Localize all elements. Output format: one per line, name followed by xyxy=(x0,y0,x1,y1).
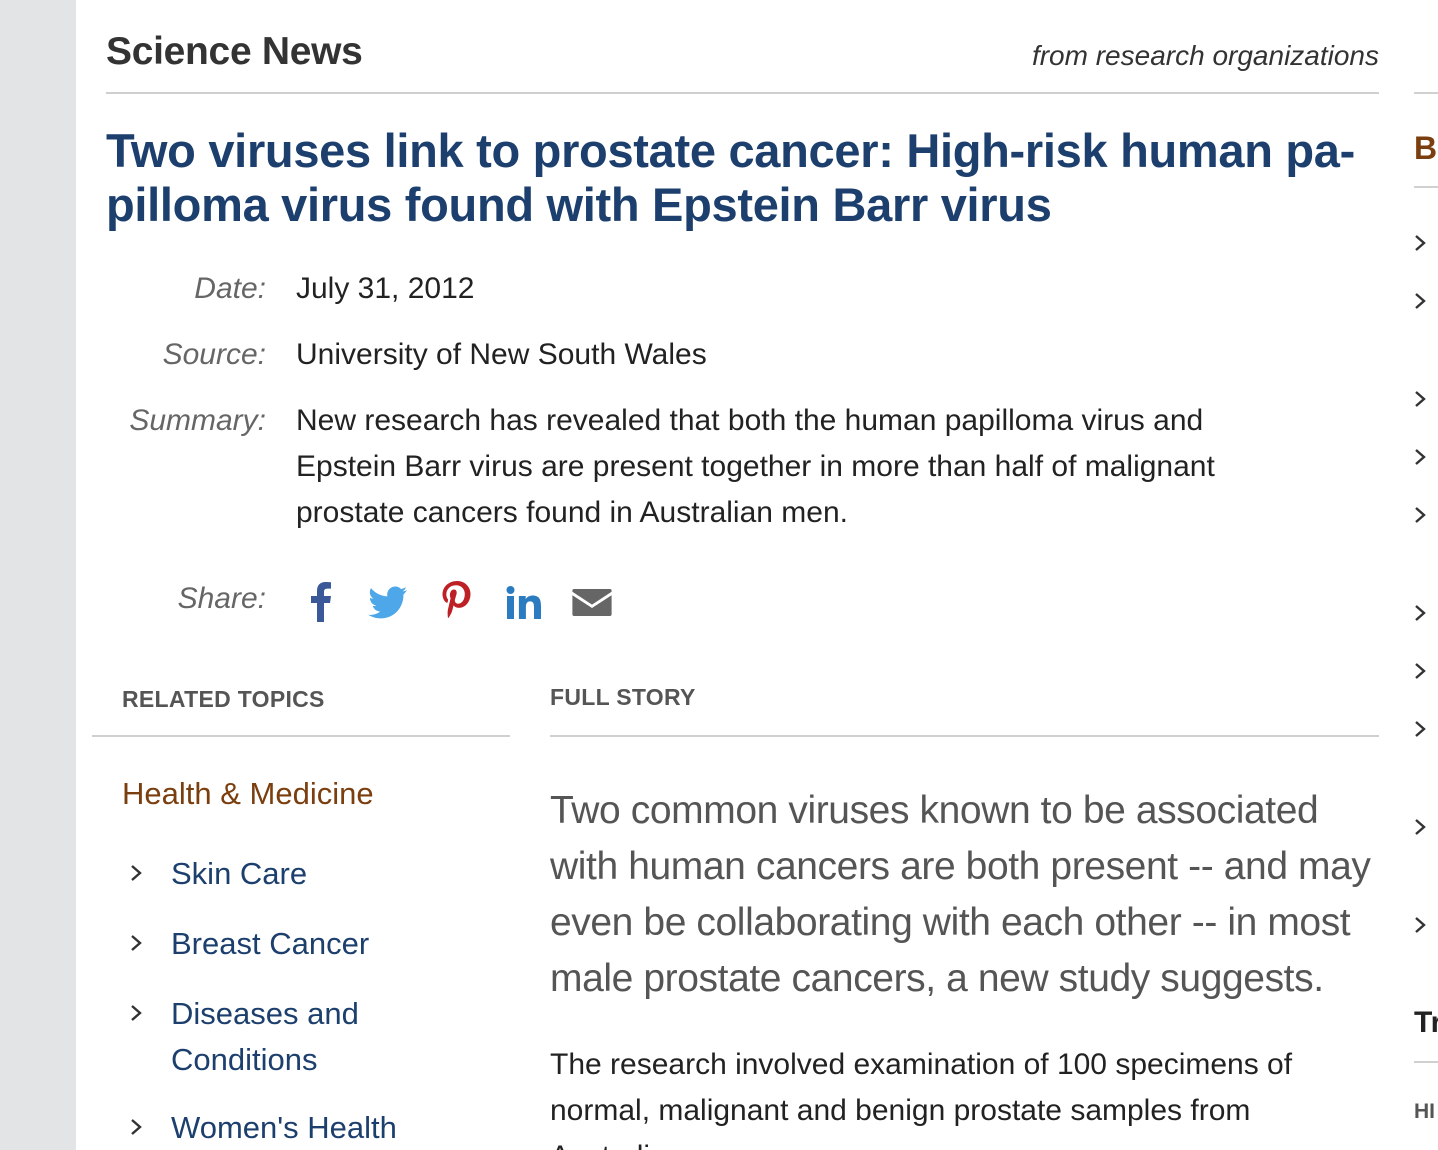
facebook-icon[interactable] xyxy=(306,580,334,622)
chevron-right-icon[interactable] xyxy=(1412,232,1428,254)
summary-value: New research has revealed that both the … xyxy=(296,404,1215,529)
page-gutter xyxy=(0,0,76,1150)
full-story-heading: FULL STORY xyxy=(550,684,696,710)
pinterest-icon[interactable] xyxy=(440,580,474,624)
chevron-right-icon[interactable] xyxy=(1412,290,1428,312)
article-headline: Two viruses link to prostate cancer: Hig… xyxy=(106,124,1376,232)
chevron-right-icon xyxy=(131,1005,142,1021)
topic-item-diseases[interactable]: Diseases and Conditions xyxy=(128,996,508,1088)
chevron-right-icon xyxy=(131,1119,142,1135)
sidebar-subheading-peek: HI xyxy=(1414,1100,1435,1123)
topic-item-breast-cancer[interactable]: Breast Cancer xyxy=(128,926,508,972)
chevron-right-icon xyxy=(131,935,142,951)
site-tagline: from research organizations xyxy=(1031,40,1379,71)
related-topics-heading: RELATED TOPICS xyxy=(122,686,325,712)
topic-item-skin-care[interactable]: Skin Care xyxy=(128,856,508,902)
topic-link[interactable]: Skin Care xyxy=(171,851,307,897)
article-body: The research involved examination of 100… xyxy=(550,1048,1293,1150)
chevron-right-icon[interactable] xyxy=(1412,446,1428,468)
sidebar-heading-peek: Tr xyxy=(1414,1006,1438,1039)
topic-link[interactable]: Breast Cancer xyxy=(171,921,369,967)
chevron-right-icon[interactable] xyxy=(1412,718,1428,740)
sidebar-rule xyxy=(1414,1061,1438,1063)
topic-link[interactable]: Diseases and Conditions xyxy=(171,991,431,1083)
full-story-rule xyxy=(550,735,1379,737)
chevron-right-icon[interactable] xyxy=(1412,602,1428,624)
source-value: University of New South Wales xyxy=(296,338,707,371)
related-topics-rule xyxy=(92,735,510,737)
headline-line-2: pilloma virus found with Epstein Barr vi… xyxy=(106,178,1052,231)
email-icon[interactable] xyxy=(572,586,612,618)
site-header: Science News from research organizations xyxy=(106,28,1379,94)
chevron-right-icon[interactable] xyxy=(1412,816,1428,838)
topic-item-womens-health[interactable]: Women's Health xyxy=(128,1110,508,1150)
date-value: July 31, 2012 xyxy=(296,272,475,305)
summary-label: Summary: xyxy=(129,404,266,437)
headline-line-1: Two viruses link to prostate cancer: Hig… xyxy=(106,124,1355,177)
chevron-right-icon[interactable] xyxy=(1412,660,1428,682)
linkedin-icon[interactable] xyxy=(506,586,544,620)
sidebar-heading-peek: B xyxy=(1414,130,1438,166)
site-title[interactable]: Science News xyxy=(106,30,363,74)
date-label: Date: xyxy=(194,272,266,305)
article-lede: Two common viruses known to be associate… xyxy=(550,789,1371,1000)
chevron-right-icon[interactable] xyxy=(1412,388,1428,410)
topic-link[interactable]: Women's Health xyxy=(171,1105,397,1150)
source-label: Source: xyxy=(162,338,266,371)
twitter-icon[interactable] xyxy=(368,586,408,620)
share-label: Share: xyxy=(177,582,266,615)
chevron-right-icon[interactable] xyxy=(1412,914,1428,936)
sidebar-rule xyxy=(1414,186,1438,188)
sidebar-rule xyxy=(1414,92,1438,94)
topic-category[interactable]: Health & Medicine xyxy=(122,776,374,812)
chevron-right-icon[interactable] xyxy=(1412,504,1428,526)
chevron-right-icon xyxy=(131,865,142,881)
